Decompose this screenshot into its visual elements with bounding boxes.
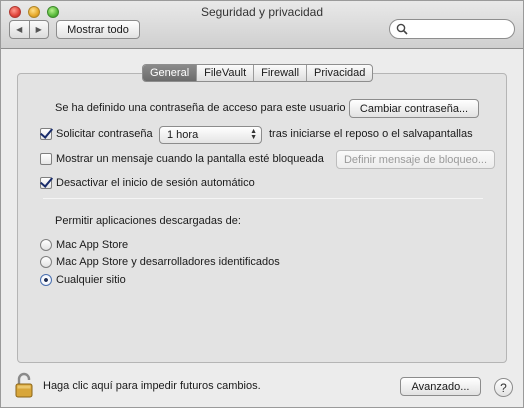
change-password-button[interactable]: Cambiar contraseña... [349,99,479,118]
radio-anywhere-label: Cualquier sitio [56,274,126,286]
help-button[interactable]: ? [494,378,513,397]
require-password-label: Solicitar contraseña [56,128,153,140]
tab-firewall[interactable]: Firewall [254,65,308,81]
require-password-delay-select[interactable]: 1 hora ▲ ▼ [159,126,262,144]
popup-arrows-icon: ▲ ▼ [250,128,257,141]
tab-filevault[interactable]: FileVault [197,65,255,81]
radio-anywhere[interactable] [40,274,52,286]
radio-identified-developers[interactable] [40,256,52,268]
allow-apps-heading: Permitir aplicaciones descargadas de: [55,215,241,227]
set-lock-message-button[interactable]: Definir mensaje de bloqueo... [336,150,495,169]
unlocked-padlock-icon[interactable] [14,372,36,398]
disable-auto-login-label: Desactivar el inicio de sesión automátic… [56,177,255,189]
advanced-button[interactable]: Avanzado... [400,377,481,396]
require-password-suffix: tras iniciarse el reposo o el salvapanta… [269,128,473,140]
forward-button[interactable]: ▶ [30,21,49,38]
window-title: Seguridad y privacidad [200,5,324,19]
radio-identified-developers-label: Mac App Store y desarrolladores identifi… [56,256,280,268]
require-password-delay-value: 1 hora [167,129,199,141]
tab-bar: General FileVault Firewall Privacidad [142,64,374,82]
show-message-checkbox[interactable] [40,153,52,165]
tab-privacy[interactable]: Privacidad [307,65,372,81]
search-icon [396,23,408,35]
radio-mac-app-store[interactable] [40,239,52,251]
radio-mac-app-store-label: Mac App Store [56,239,129,251]
search-input[interactable] [410,22,510,36]
disable-auto-login-checkbox[interactable] [40,177,52,189]
tab-general[interactable]: General [143,65,198,81]
toolbar: Seguridad y privacidad ◀ ▶ Mostrar todo [1,1,523,49]
search-field[interactable] [389,19,515,39]
security-privacy-window: Seguridad y privacidad ◀ ▶ Mostrar todo … [0,0,524,408]
show-message-label: Mostrar un mensaje cuando la pantalla es… [56,153,324,165]
lock-instruction-text: Haga clic aquí para impedir futuros camb… [43,380,261,392]
show-all-button[interactable]: Mostrar todo [56,20,140,39]
section-divider [43,198,483,199]
back-forward-control: ◀ ▶ [9,20,49,39]
back-button[interactable]: ◀ [10,21,30,38]
password-set-text: Se ha definido una contraseña de acceso … [55,102,346,114]
require-password-checkbox[interactable] [40,128,52,140]
